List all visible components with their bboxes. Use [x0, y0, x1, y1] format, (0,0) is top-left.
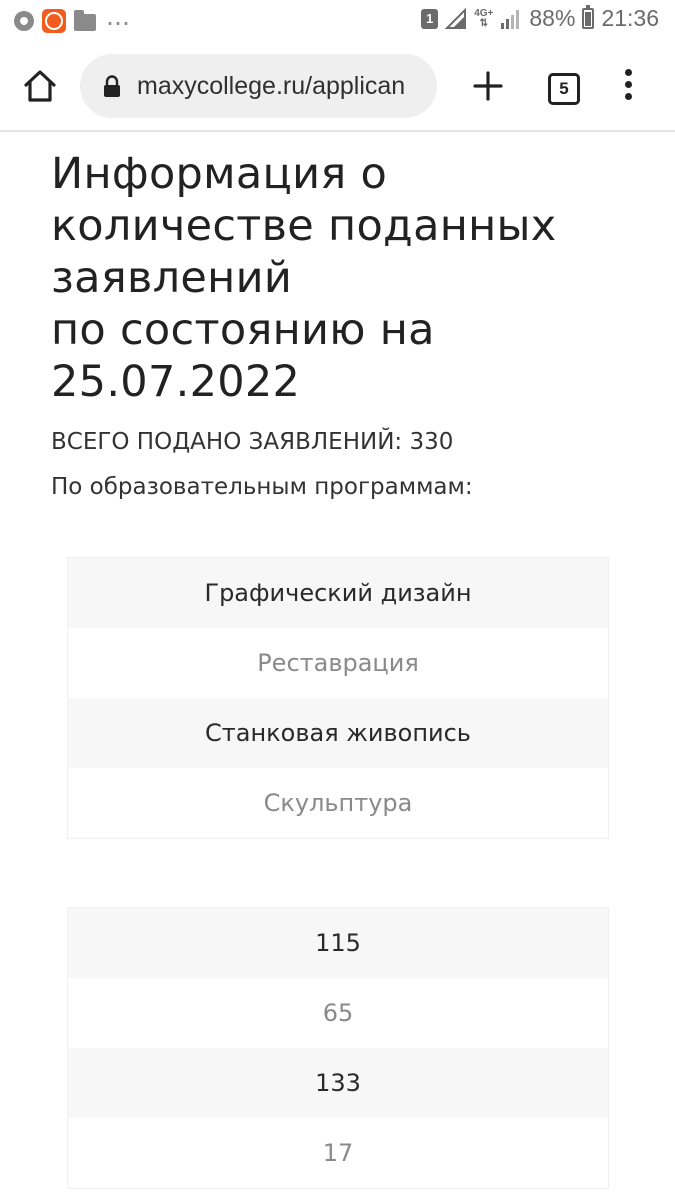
page-title: Информация о количестве поданных заявлен… [51, 149, 557, 407]
new-tab-plus-icon[interactable] [470, 68, 506, 104]
status-bar: … 1 4G+ ⇅ 88% 21:36 [0, 0, 675, 42]
table-row: 65 [68, 978, 608, 1048]
status-time: 21:36 [601, 5, 659, 31]
signal-icon [445, 7, 467, 30]
table-row: Скульптура [68, 768, 608, 838]
table-row: 115 [68, 908, 608, 978]
home-icon[interactable] [20, 66, 60, 106]
table-row: Станковая живопись [68, 698, 608, 768]
lock-icon[interactable] [103, 75, 121, 97]
folder-icon [74, 9, 96, 31]
address-bar[interactable]: maxycollege.ru/applican [80, 54, 437, 118]
status-bar-system: 1 4G+ ⇅ 88% 21:36 [421, 5, 659, 32]
network-type: 4G+ ⇅ [474, 7, 494, 29]
table-row: 133 [68, 1048, 608, 1118]
more-dots-icon: … [106, 3, 130, 31]
total-applications: ВСЕГО ПОДАНО ЗАЯВЛЕНИЙ: 330 [51, 429, 454, 455]
chrome-icon [14, 11, 34, 31]
notification-badge-icon: 1 [421, 8, 439, 29]
url-text[interactable]: maxycollege.ru/applican [137, 72, 405, 101]
programs-table: Графический дизайн Реставрация Станковая… [67, 557, 609, 839]
tab-count: 5 [559, 79, 569, 98]
table-row: Реставрация [68, 628, 608, 698]
counts-table: 115 65 133 17 [67, 907, 609, 1189]
browser-toolbar: maxycollege.ru/applican 5 [0, 42, 675, 132]
signal-icon [500, 8, 522, 30]
table-row: Графический дизайн [68, 558, 608, 628]
battery-icon [582, 5, 595, 29]
orange-app-icon [42, 9, 66, 33]
table-row: 17 [68, 1118, 608, 1188]
overflow-menu-icon[interactable] [622, 69, 634, 105]
battery-percent: 88% [529, 5, 576, 31]
tab-switcher-icon[interactable]: 5 [548, 73, 580, 105]
programs-heading: По образовательным программам: [51, 474, 473, 500]
status-bar-notifications: … [14, 3, 130, 33]
